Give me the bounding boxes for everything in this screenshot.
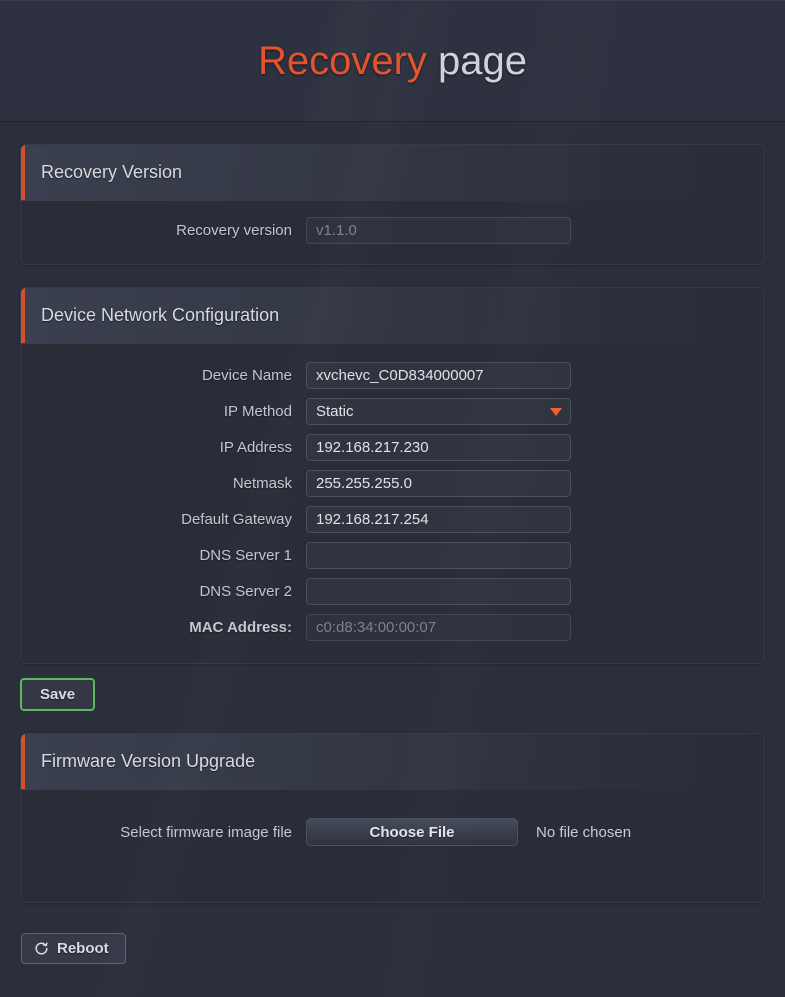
- select-ip-method-value: Static: [316, 403, 354, 420]
- label-device-name: Device Name: [201, 367, 292, 384]
- form-row-default-gateway: Default Gateway 192.168.217.254: [21, 506, 764, 533]
- refresh-circular-arrow-icon: [34, 941, 49, 956]
- form-row-recovery-version: Recovery version v1.1.0: [21, 217, 764, 244]
- label-select-firmware-image-file: Select firmware image file: [120, 823, 292, 841]
- form-row-ip-method: IP Method Static: [21, 398, 764, 425]
- panel-body-device-network: Device Name xvchevc_C0D834000007 IP Meth…: [21, 344, 764, 663]
- label-ip-address: IP Address: [219, 439, 292, 456]
- page-content: Recovery Version Recovery version v1.1.0…: [0, 144, 785, 964]
- form-row-device-name: Device Name xvchevc_C0D834000007: [21, 362, 764, 389]
- panel-device-network-configuration: Device Network Configuration Device Name…: [20, 287, 765, 664]
- input-dns-server-2[interactable]: [306, 578, 571, 605]
- panel-firmware-version-upgrade: Firmware Version Upgrade Select firmware…: [20, 733, 765, 903]
- reboot-button-label: Reboot: [57, 940, 109, 957]
- label-netmask: Netmask: [232, 475, 292, 492]
- input-default-gateway[interactable]: 192.168.217.254: [306, 506, 571, 533]
- label-ip-method: IP Method: [223, 403, 292, 420]
- field-recovery-version: v1.1.0: [306, 217, 571, 244]
- label-dns-server-2: DNS Server 2: [199, 583, 292, 600]
- panel-title-firmware-upgrade: Firmware Version Upgrade: [41, 751, 256, 771]
- form-row-ip-address: IP Address 192.168.217.230: [21, 434, 764, 461]
- select-ip-method[interactable]: Static: [306, 398, 571, 425]
- panel-header-recovery-version: Recovery Version: [21, 145, 764, 201]
- panel-title-device-network: Device Network Configuration: [41, 305, 280, 325]
- input-dns-server-1[interactable]: [306, 542, 571, 569]
- form-row-mac-address: MAC Address: c0:d8:34:00:00:07: [21, 614, 764, 641]
- save-button[interactable]: Save: [20, 678, 96, 711]
- label-dns-server-1: DNS Server 1: [199, 547, 292, 564]
- field-mac-address: c0:d8:34:00:00:07: [306, 614, 571, 641]
- page-header: Recovery page: [0, 0, 785, 122]
- form-row-dns-server-1: DNS Server 1: [21, 542, 764, 569]
- form-row-dns-server-2: DNS Server 2: [21, 578, 764, 605]
- panel-header-firmware-upgrade: Firmware Version Upgrade: [21, 734, 764, 790]
- input-netmask[interactable]: 255.255.255.0: [306, 470, 571, 497]
- input-ip-address[interactable]: 192.168.217.230: [306, 434, 571, 461]
- page-title-rest: page: [438, 38, 528, 83]
- file-chosen-status: No file chosen: [536, 823, 632, 841]
- label-recovery-version: Recovery version: [176, 222, 292, 239]
- page-title: Recovery page: [258, 39, 527, 84]
- input-device-name[interactable]: xvchevc_C0D834000007: [306, 362, 571, 389]
- label-mac-address: MAC Address:: [189, 619, 292, 636]
- panel-body-recovery-version: Recovery version v1.1.0: [21, 201, 764, 264]
- chevron-down-icon: [550, 407, 562, 416]
- panel-title-recovery-version: Recovery Version: [41, 162, 183, 182]
- panel-recovery-version: Recovery Version Recovery version v1.1.0: [20, 144, 765, 265]
- reboot-button[interactable]: Reboot: [21, 933, 126, 964]
- form-row-netmask: Netmask 255.255.255.0: [21, 470, 764, 497]
- form-row-firmware-file: Select firmware image file Choose File N…: [21, 812, 764, 846]
- panel-body-firmware-upgrade: Select firmware image file Choose File N…: [21, 790, 764, 902]
- label-default-gateway: Default Gateway: [181, 511, 292, 528]
- choose-file-button[interactable]: Choose File: [306, 818, 518, 846]
- page-title-accent: Recovery: [257, 38, 427, 83]
- panel-header-device-network: Device Network Configuration: [21, 288, 764, 344]
- save-button-row: Save: [20, 678, 765, 711]
